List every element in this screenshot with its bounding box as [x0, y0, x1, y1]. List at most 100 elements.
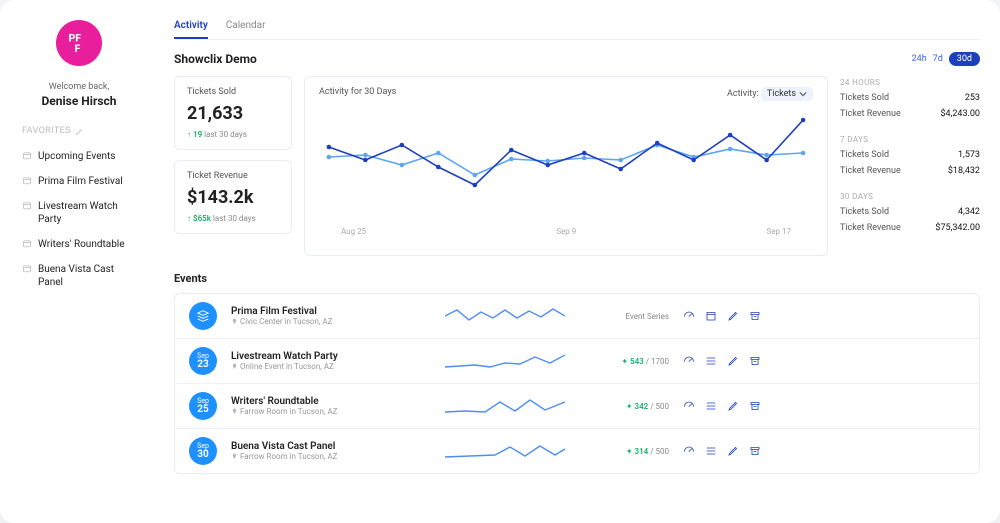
- summary-label: Tickets Sold: [840, 150, 889, 160]
- archive-icon[interactable]: [749, 355, 761, 367]
- calendar-icon[interactable]: [705, 310, 717, 322]
- sidebar-item-livestream[interactable]: Livestream Watch Party: [22, 194, 136, 232]
- sidebar-item-writers[interactable]: Writers' Roundtable: [22, 232, 136, 257]
- event-location: Farrow Room in Tucson, AZ: [231, 407, 431, 416]
- sidebar-item-label: Livestream Watch Party: [38, 200, 136, 226]
- archive-icon[interactable]: [749, 400, 761, 412]
- event-actions: [683, 310, 761, 322]
- page-title: Showclix Demo: [174, 52, 257, 66]
- axis-tick: Sep 17: [767, 227, 791, 236]
- pencil-icon[interactable]: [727, 445, 739, 457]
- range-30d[interactable]: 30d: [949, 52, 980, 66]
- tabs: Activity Calendar: [174, 14, 980, 40]
- event-name: Buena Vista Cast Panel: [231, 441, 431, 452]
- archive-icon[interactable]: [749, 310, 761, 322]
- chevron-down-icon: [799, 90, 807, 98]
- sidebar-item-label: Upcoming Events: [38, 150, 115, 163]
- event-row[interactable]: Sep30 Buena Vista Cast PanelFarrow Room i…: [175, 429, 979, 473]
- archive-icon[interactable]: [749, 445, 761, 457]
- range-7d[interactable]: 7d: [933, 54, 943, 64]
- activity-select[interactable]: Tickets: [761, 87, 813, 101]
- summary-value: $75,342.00: [935, 223, 980, 233]
- gauge-icon[interactable]: [683, 445, 695, 457]
- brand-logo[interactable]: PFF: [56, 20, 102, 66]
- stat-value: 21,633: [187, 103, 279, 124]
- gauge-icon[interactable]: [683, 310, 695, 322]
- sidebar-item-label: Buena Vista Cast Panel: [38, 263, 136, 289]
- event-location: Online Event in Tucson, AZ: [231, 362, 431, 371]
- stat-delta: ↑ $65k last 30 days: [187, 214, 279, 223]
- event-info: Writers' RoundtableFarrow Room in Tucson…: [231, 396, 431, 416]
- pin-icon: [231, 363, 238, 370]
- main: Activity Calendar Showclix Demo 24h 7d 3…: [150, 0, 1000, 523]
- calendar-icon: [22, 264, 32, 273]
- pencil-icon[interactable]: [727, 355, 739, 367]
- sidebar-item-buena[interactable]: Buena Vista Cast Panel: [22, 257, 136, 295]
- event-info: Livestream Watch PartyOnline Event in Tu…: [231, 351, 431, 371]
- calendar-icon: [22, 239, 32, 248]
- summary-value: $18,432: [948, 166, 980, 176]
- svg-text:F: F: [75, 42, 81, 55]
- event-location: Civic Center in Tucson, AZ: [231, 317, 431, 326]
- tab-calendar[interactable]: Calendar: [226, 14, 266, 39]
- summary-header-24h: 24 HOURS: [840, 78, 980, 87]
- pin-icon: [231, 453, 238, 460]
- activity-chart-card: Activity for 30 Days Activity: Tickets A…: [304, 76, 828, 256]
- summary-value: $4,243.00: [940, 109, 980, 119]
- pin-icon: [231, 408, 238, 415]
- event-meta: ✦ 314 / 500: [579, 447, 669, 456]
- chart-header: Activity for 30 Days: [319, 87, 396, 101]
- stat-label: Tickets Sold: [187, 87, 279, 97]
- list-icon[interactable]: [705, 355, 717, 367]
- event-row[interactable]: Prima Film FestivalCivic Center in Tucso…: [175, 294, 979, 339]
- event-name: Livestream Watch Party: [231, 351, 431, 362]
- pencil-icon[interactable]: [75, 127, 84, 136]
- event-sparkline: [445, 441, 565, 461]
- stat-value: $143.2k: [187, 187, 279, 208]
- summary-label: Ticket Revenue: [840, 223, 901, 233]
- sidebar: PFF Welcome back, Denise Hirsch FAVORITE…: [0, 0, 150, 523]
- event-name: Writers' Roundtable: [231, 396, 431, 407]
- ticket-revenue-card: Ticket Revenue $143.2k ↑ $65k last 30 da…: [174, 160, 292, 234]
- event-actions: [683, 445, 761, 457]
- calendar-icon: [22, 151, 32, 160]
- sidebar-item-prima[interactable]: Prima Film Festival: [22, 169, 136, 194]
- username: Denise Hirsch: [22, 94, 136, 108]
- pencil-icon[interactable]: [727, 310, 739, 322]
- event-date-badge: Sep23: [189, 347, 217, 375]
- event-info: Prima Film FestivalCivic Center in Tucso…: [231, 306, 431, 326]
- list-icon[interactable]: [705, 445, 717, 457]
- summary-header-30d: 30 DAYS: [840, 192, 980, 201]
- list-icon[interactable]: [705, 400, 717, 412]
- summary-value: 1,573: [958, 150, 980, 160]
- event-date-badge: Sep30: [189, 437, 217, 465]
- sidebar-item-upcoming[interactable]: Upcoming Events: [22, 144, 136, 169]
- events-title: Events: [174, 272, 980, 285]
- summary-label: Ticket Revenue: [840, 166, 901, 176]
- event-meta: ✦ 342 / 500: [579, 402, 669, 411]
- event-info: Buena Vista Cast PanelFarrow Room in Tuc…: [231, 441, 431, 461]
- summary-value: 253: [965, 93, 980, 103]
- range-24h[interactable]: 24h: [912, 54, 927, 64]
- pencil-icon[interactable]: [727, 400, 739, 412]
- welcome-label: Welcome back,: [22, 82, 136, 92]
- event-meta: ✦ 543 / 1700: [579, 357, 669, 366]
- stat-label: Ticket Revenue: [187, 171, 279, 181]
- axis-tick: Aug 25: [341, 227, 366, 236]
- pin-icon: [231, 318, 238, 325]
- axis-tick: Sep 9: [556, 227, 576, 236]
- event-row[interactable]: Sep23 Livestream Watch PartyOnline Event …: [175, 339, 979, 384]
- event-meta: Event Series: [579, 312, 669, 321]
- events-list: Prima Film FestivalCivic Center in Tucso…: [174, 293, 980, 474]
- gauge-icon[interactable]: [683, 400, 695, 412]
- event-row[interactable]: Sep25Writers' RoundtableFarrow Room in T…: [175, 384, 979, 429]
- event-actions: [683, 355, 761, 367]
- sidebar-item-label: Prima Film Festival: [38, 175, 123, 188]
- tab-activity[interactable]: Activity: [174, 14, 208, 39]
- tickets-sold-card: Tickets Sold 21,633 ↑ 19 last 30 days: [174, 76, 292, 150]
- gauge-icon[interactable]: [683, 355, 695, 367]
- event-series-icon: [189, 302, 217, 330]
- summary-label: Ticket Revenue: [840, 109, 901, 119]
- calendar-icon: [22, 176, 32, 185]
- event-sparkline: [445, 396, 565, 416]
